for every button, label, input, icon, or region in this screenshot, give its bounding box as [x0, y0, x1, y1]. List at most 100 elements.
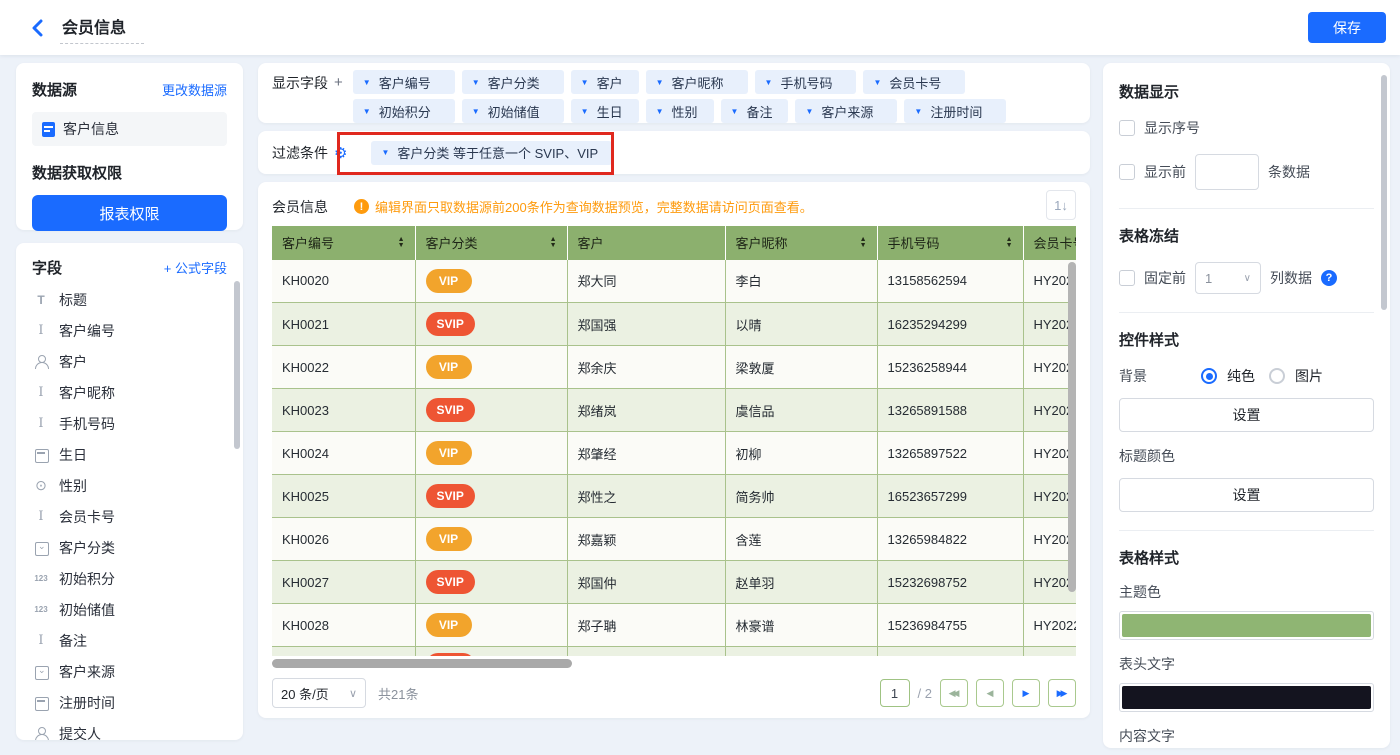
show-index-checkbox[interactable] [1119, 120, 1135, 136]
sort-tool-button[interactable]: 1↓ [1046, 190, 1076, 220]
text-icon [32, 385, 50, 401]
sort-icon[interactable]: ▲ ▼ [398, 236, 405, 249]
field-chip[interactable]: 注册时间 [904, 99, 1007, 123]
image-radio[interactable] [1269, 368, 1285, 384]
show-first-checkbox[interactable] [1119, 164, 1135, 180]
table-row[interactable]: KH0025 SVIP 郑性之 简务帅 16523657299 HY2022 [272, 474, 1076, 518]
field-chip[interactable]: 手机号码 [754, 70, 857, 94]
add-display-field-icon[interactable]: + [334, 70, 343, 116]
save-button[interactable]: 保存 [1308, 12, 1386, 43]
sort-icon[interactable]: ▲ ▼ [550, 236, 557, 249]
field-item-birthday[interactable]: 生日 [32, 439, 227, 470]
col-header-category[interactable]: 客户分类 ▲ ▼ [415, 225, 568, 260]
col-header-customer[interactable]: 客户 [567, 225, 726, 260]
field-chip[interactable]: 客户昵称 [645, 70, 748, 94]
back-icon[interactable] [26, 17, 48, 39]
show-first-count-input[interactable] [1195, 154, 1259, 190]
preview-notice: ! 编辑界面只取数据源前200条作为查询数据预览，完整数据请访问页面查看。 [354, 197, 813, 216]
header-text-label: 表头文字 [1119, 656, 1175, 672]
field-item-title[interactable]: 标题 [32, 284, 227, 315]
table-row[interactable]: KH0028 VIP 郑子聃 林豪谱 15236984755 HY2022 [272, 603, 1076, 647]
calendar-icon [32, 447, 50, 463]
field-item-init-balance[interactable]: 初始储值 [32, 594, 227, 625]
total-count: 共21条 [378, 686, 419, 702]
header-text-color-swatch[interactable] [1119, 683, 1374, 712]
current-page-input[interactable]: 1 [879, 679, 910, 707]
page-size-select[interactable]: 20 条/页 ∨ [272, 678, 366, 708]
table-row[interactable]: KH0021 SVIP 郑国强 以晴 16235294299 HY2022 [272, 302, 1076, 346]
field-chip[interactable]: 初始储值 [461, 99, 564, 123]
table-row[interactable]: KH0026 VIP 郑嘉颖 含莲 13265984822 HY2022 [272, 517, 1076, 561]
show-first-prefix: 显示前 [1144, 164, 1186, 180]
widget-style-title: 控件样式 [1119, 332, 1180, 349]
table-vertical-scrollbar[interactable] [1068, 261, 1076, 592]
datasource-item-label: 客户信息 [63, 121, 119, 137]
theme-color-swatch[interactable] [1119, 611, 1374, 640]
last-page-button[interactable]: ▶▶ [1048, 679, 1076, 707]
prev-page-button[interactable]: ◀ [976, 679, 1004, 707]
change-datasource-link[interactable]: 更改数据源 [162, 80, 227, 99]
warning-icon: ! [354, 199, 369, 215]
field-item-member-card[interactable]: 会员卡号 [32, 501, 227, 532]
field-chip[interactable]: 客户 [570, 70, 639, 94]
col-header-customer-no[interactable]: 客户编号 ▲ ▼ [272, 225, 416, 260]
background-label: 背景 [1119, 368, 1147, 384]
field-item-source[interactable]: 客户来源 [32, 656, 227, 687]
col-header-member-card[interactable]: 会员卡号 [1023, 225, 1076, 260]
field-item-gender[interactable]: 性别 [32, 470, 227, 501]
table-horizontal-scrollbar[interactable] [272, 659, 572, 669]
fields-scrollbar[interactable] [234, 281, 240, 449]
question-icon[interactable]: ? [1321, 270, 1337, 286]
field-chip[interactable]: 生日 [570, 99, 639, 123]
table-row-partial[interactable]: SVIP [272, 646, 1076, 657]
table-row[interactable]: KH0023 SVIP 郑绪岚 虞信品 13265891588 HY2022 [272, 388, 1076, 432]
field-item-init-points[interactable]: 初始积分 [32, 563, 227, 594]
freeze-count-select[interactable]: 1 ∨ [1195, 262, 1261, 294]
show-first-suffix: 条数据 [1268, 164, 1310, 180]
background-set-button[interactable]: 设置 [1119, 398, 1374, 432]
table-row[interactable]: KH0027 SVIP 郑国仲 赵单羽 15232698752 HY2022 [272, 560, 1076, 604]
field-chip[interactable]: 客户编号 [352, 70, 455, 94]
field-item-customer-no[interactable]: 客户编号 [32, 315, 227, 346]
field-item-customer[interactable]: 客户 [32, 346, 227, 377]
field-item-nickname[interactable]: 客户昵称 [32, 377, 227, 408]
display-fields-label: 显示字段 [272, 75, 328, 91]
display-field-tags: 客户编号 客户分类 客户 客户昵称 手机号码 会员卡号 初始积分 初始储值 生日… [352, 70, 1007, 123]
table-title: 会员信息 [272, 198, 328, 215]
field-item-phone[interactable]: 手机号码 [32, 408, 227, 439]
show-index-label: 显示序号 [1144, 120, 1200, 136]
field-chip[interactable]: 性别 [645, 99, 714, 123]
select-icon [32, 540, 50, 556]
gear-icon[interactable]: ⚙ [334, 144, 347, 162]
field-chip[interactable]: 客户分类 [461, 70, 564, 94]
solid-color-radio[interactable] [1201, 368, 1217, 384]
table-row[interactable]: KH0024 VIP 郑肇经 初柳 13265897522 HY2022 [272, 431, 1076, 475]
title-color-set-button[interactable]: 设置 [1119, 478, 1374, 512]
field-chip[interactable]: 客户来源 [795, 99, 898, 123]
col-header-nickname[interactable]: 客户昵称 ▲ ▼ [725, 225, 878, 260]
field-chip[interactable]: 备注 [720, 99, 789, 123]
table-row[interactable]: KH0020 VIP 郑大同 李白 13158562594 HY2023 [272, 259, 1076, 303]
report-permission-button[interactable]: 报表权限 [32, 195, 227, 231]
solid-color-label: 纯色 [1227, 368, 1255, 384]
sort-icon[interactable]: ▲ ▼ [860, 236, 867, 249]
sort-icon[interactable]: ▲ ▼ [1006, 236, 1013, 249]
page-title-editable[interactable]: 会员信息 [60, 12, 145, 44]
filter-condition-chip[interactable]: 客户分类 等于任意一个 SVIP、VIP [371, 140, 613, 165]
field-chip[interactable]: 会员卡号 [863, 70, 966, 94]
field-item-remark[interactable]: 备注 [32, 625, 227, 656]
first-page-button[interactable]: ◀◀ [940, 679, 968, 707]
settings-scrollbar[interactable] [1381, 75, 1387, 310]
field-item-submitter[interactable]: 提交人 [32, 718, 227, 740]
text-icon [32, 323, 50, 339]
next-page-button[interactable]: ▶ [1012, 679, 1040, 707]
freeze-checkbox[interactable] [1119, 270, 1135, 286]
field-item-register-time[interactable]: 注册时间 [32, 687, 227, 718]
col-header-phone[interactable]: 手机号码 ▲ ▼ [877, 225, 1024, 260]
title-icon [32, 292, 50, 308]
add-formula-field-link[interactable]: + 公式字段 [164, 258, 227, 277]
datasource-item[interactable]: 客户信息 [32, 112, 227, 146]
field-item-category[interactable]: 客户分类 [32, 532, 227, 563]
table-row[interactable]: KH0022 VIP 郑余庆 梁敦厦 15236258944 HY2022 [272, 345, 1076, 389]
field-chip[interactable]: 初始积分 [352, 99, 455, 123]
